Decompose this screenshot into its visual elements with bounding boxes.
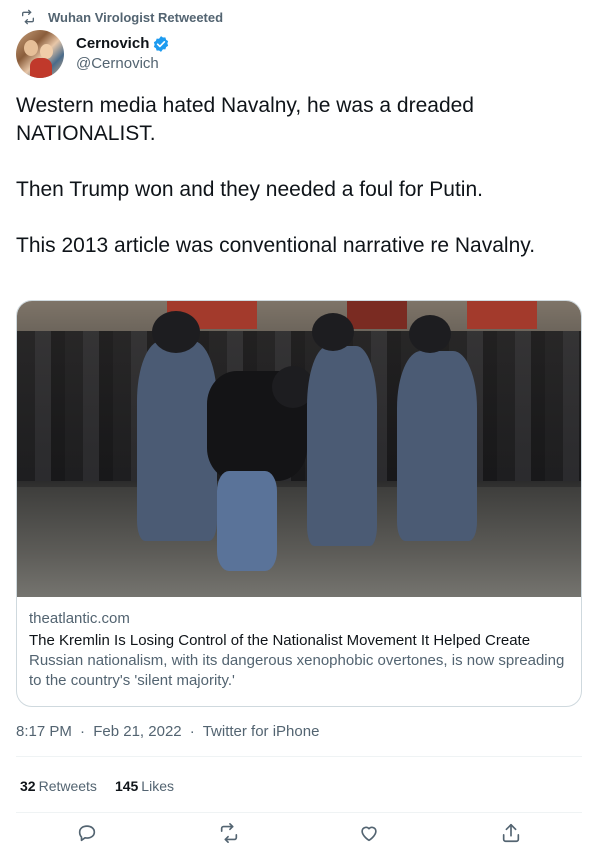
card-image: [17, 301, 581, 597]
author-header: Cernovich @Cernovich: [16, 30, 170, 78]
likes-count: 145: [114, 778, 139, 794]
separator-dot: ·: [189, 723, 195, 740]
tweet-time[interactable]: 8:17 PM: [16, 723, 72, 740]
author-handle[interactable]: @Cernovich: [76, 54, 170, 74]
like-icon: [361, 826, 377, 842]
tweet-date[interactable]: Feb 21, 2022: [93, 723, 181, 740]
tweet-paragraph: Then Trump won and they needed a foul fo…: [16, 178, 483, 201]
card-domain: theatlantic.com: [29, 610, 130, 627]
tweet-timestamp: 8:17 PM · Feb 21, 2022 · Twitter for iPh…: [16, 722, 319, 742]
tweet-paragraph: This 2013 article was conventional narra…: [16, 234, 536, 257]
retweets-stat[interactable]: 32 Retweets: [20, 776, 97, 796]
display-name-text: Cernovich: [76, 35, 150, 52]
retweets-count: 32: [20, 778, 36, 794]
reply-icon: [78, 825, 96, 842]
avatar[interactable]: [16, 30, 64, 78]
tweet-paragraph: Western media hated Navalny, he was a dr…: [16, 94, 474, 145]
tweet-source[interactable]: Twitter for iPhone: [203, 723, 320, 740]
retweet-button[interactable]: [218, 822, 240, 844]
reply-button[interactable]: [76, 822, 98, 844]
retweets-label: Retweets: [38, 778, 97, 794]
retweet-icon: [22, 9, 34, 25]
card-title: The Kremlin Is Losing Control of the Nat…: [29, 632, 531, 649]
likes-stat[interactable]: 145 Likes: [115, 776, 174, 796]
link-preview-card[interactable]: theatlantic.com The Kremlin Is Losing Co…: [16, 300, 582, 707]
retweet-icon: [220, 823, 238, 843]
divider: [16, 756, 582, 757]
separator-dot: ·: [80, 723, 86, 740]
share-icon: [502, 823, 520, 843]
like-button[interactable]: [358, 822, 380, 844]
author-display-name[interactable]: Cernovich: [76, 34, 170, 54]
tweet-text: Western media hated Navalny, he was a dr…: [16, 92, 576, 260]
retweeted-by-text: Wuhan Virologist Retweeted: [48, 9, 224, 25]
divider: [16, 812, 582, 813]
verified-badge-icon: [154, 36, 169, 52]
engagement-stats: 32 Retweets 145 Likes: [20, 776, 192, 796]
likes-label: Likes: [141, 778, 174, 794]
retweeted-by-bar[interactable]: Wuhan Virologist Retweeted: [20, 8, 223, 26]
action-bar: [0, 822, 598, 850]
card-description: Russian nationalism, with its dangerous …: [29, 652, 565, 689]
share-button[interactable]: [500, 822, 522, 844]
